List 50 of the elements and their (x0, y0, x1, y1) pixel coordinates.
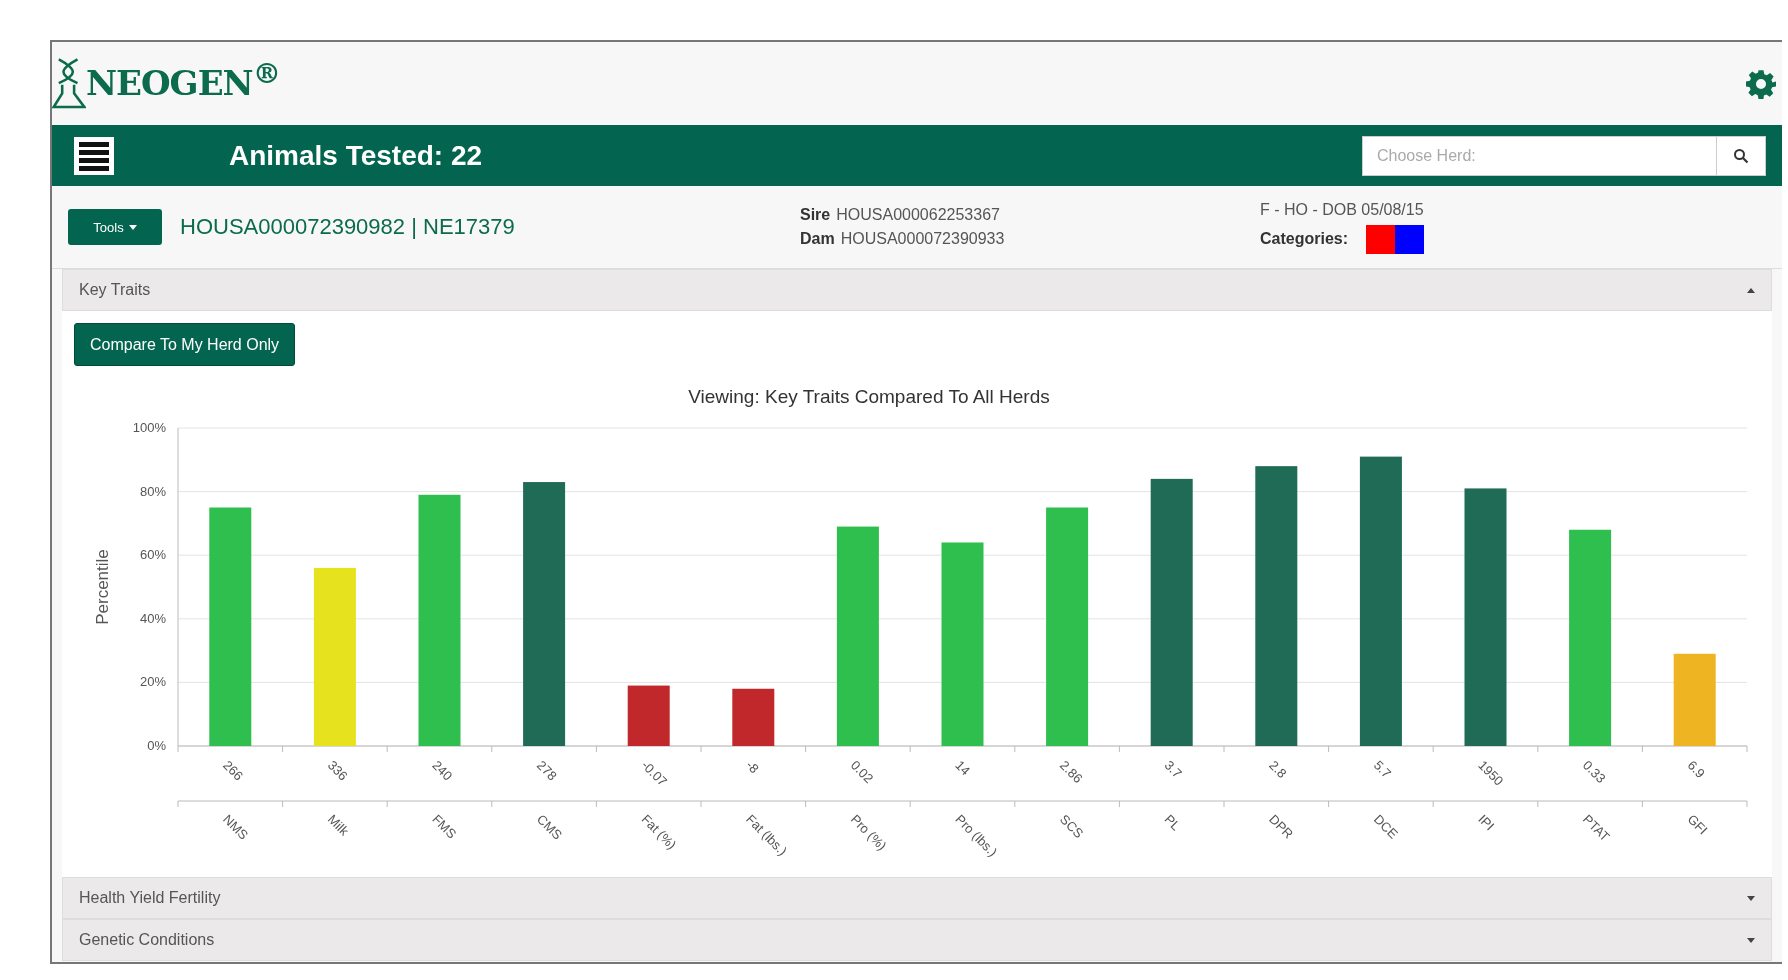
category-label: IPI (1475, 811, 1498, 834)
y-tick-label: 20% (139, 674, 166, 690)
value-label: 2.86 (1057, 757, 1086, 786)
y-tick-label: 80% (139, 483, 166, 499)
category-label: PL (1161, 811, 1184, 834)
value-label: -8 (743, 757, 762, 777)
herd-search-field[interactable]: Choose Herd: (1362, 135, 1717, 176)
section-title[interactable]: Genetic Conditions (79, 931, 215, 949)
settings-icon[interactable] (1746, 68, 1776, 99)
y-axis-title: Percentile (93, 549, 112, 625)
category-label: Fat (%) (638, 811, 680, 853)
y-tick-label: 40% (139, 610, 166, 626)
animals-tested-title: Animals Tested: 22 (229, 139, 484, 172)
search-button[interactable] (1717, 135, 1766, 176)
sire-id: HOUSA000062253367 (836, 206, 1000, 224)
categories-label: Categories: (1260, 230, 1349, 248)
search-icon (1733, 147, 1749, 164)
category-label: Pro (%) (847, 811, 890, 854)
logo-text: NEOGEN$^{®}$ (86, 56, 280, 104)
sire-label: Sire (800, 206, 831, 224)
value-label: 3.7 (1161, 757, 1185, 781)
animal-id: HOUSA000072390982 | NE17379 (180, 214, 516, 240)
value-label: 278 (534, 757, 560, 784)
compare-button[interactable]: Compare To My Herd Only (74, 323, 296, 366)
y-tick-label: 60% (139, 547, 166, 563)
value-label: 6.9 (1684, 757, 1708, 781)
tools-dropdown-button[interactable]: Tools (68, 209, 162, 245)
section-title[interactable]: Key Traits (79, 281, 151, 299)
category-label: Milk (324, 811, 352, 839)
section-title[interactable]: Health Yield Fertility (79, 889, 221, 907)
value-label: 240 (429, 757, 456, 784)
expand-caret-icon[interactable] (1747, 937, 1755, 943)
collapse-caret-icon[interactable] (1747, 287, 1755, 293)
value-label: -0.07 (638, 757, 671, 790)
y-tick-label: 0% (147, 738, 166, 753)
value-label: 266 (220, 757, 247, 784)
value-label: 2.8 (1266, 757, 1290, 781)
chart-title: Viewing: Key Traits Compared To All Herds (687, 386, 1051, 408)
category-label: GFI (1684, 811, 1711, 838)
value-label: 336 (324, 757, 351, 784)
caret-icon (128, 224, 137, 230)
y-tick-label: 100% (132, 420, 166, 435)
value-label: 0.33 (1580, 757, 1609, 786)
value-label: 5.7 (1370, 757, 1395, 781)
expand-caret-icon[interactable] (1747, 895, 1755, 901)
dam-label: Dam (800, 230, 835, 248)
menu-icon[interactable] (74, 136, 114, 175)
dam-id: HOUSA000072390933 (840, 230, 1005, 248)
value-label: 14 (952, 757, 974, 779)
animal-summary: F - HO - DOB 05/08/15 (1260, 200, 1425, 219)
